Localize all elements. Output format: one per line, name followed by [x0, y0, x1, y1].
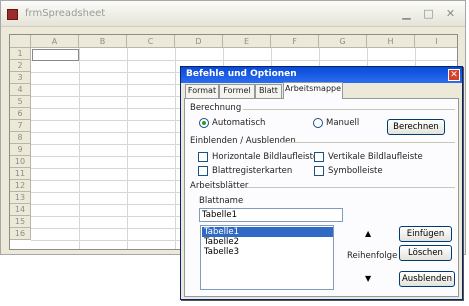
spreadsheet-titlebar[interactable]: frmSpreadsheet ▁ □ ✕	[1, 1, 465, 27]
group-divider	[247, 187, 455, 188]
row-header[interactable]: 13	[10, 192, 31, 204]
group-label-arbeitsblaetter: Arbeitsblätter	[190, 181, 249, 191]
row-header[interactable]: 15	[10, 216, 31, 228]
row-header[interactable]: 10	[10, 156, 31, 168]
blattname-label: Blattname	[199, 196, 244, 206]
row-header[interactable]: 3	[10, 72, 31, 84]
column-header[interactable]: G	[319, 35, 367, 48]
radio-label-automatisch[interactable]: Automatisch	[212, 118, 265, 128]
row-header[interactable]: 7	[10, 120, 31, 132]
list-item[interactable]: Tabelle2	[202, 237, 333, 247]
list-item[interactable]: Tabelle3	[202, 247, 333, 257]
group-divider	[281, 142, 455, 143]
row-header[interactable]: 9	[10, 144, 31, 156]
grid-line	[79, 48, 80, 249]
checkbox-vertikale-bildlaufleiste[interactable]	[314, 152, 324, 162]
column-header[interactable]: F	[271, 35, 319, 48]
close-icon[interactable]: ✕	[442, 5, 459, 22]
tab-panel-arbeitsmappe: Berechnung Automatisch Manuell Berechnen…	[184, 98, 459, 297]
reihenfolge-label: Reihenfolge	[347, 251, 398, 261]
berechnen-button[interactable]: Berechnen	[387, 119, 445, 135]
list-item[interactable]: Tabelle1	[202, 227, 333, 237]
blattname-input[interactable]: Tabelle1	[199, 208, 343, 222]
column-header[interactable]: C	[127, 35, 175, 48]
grid-line	[127, 48, 128, 249]
einfuegen-button[interactable]: Einfügen	[399, 226, 452, 242]
checkbox-horizontale-bildlaufleiste[interactable]	[198, 152, 208, 162]
row-header[interactable]: 5	[10, 96, 31, 108]
selected-cell-a1[interactable]	[32, 49, 79, 61]
close-icon[interactable]: ✕	[448, 69, 460, 81]
row-header[interactable]: 14	[10, 204, 31, 216]
dialog-titlebar[interactable]: Befehle und Optionen ✕	[181, 67, 462, 83]
checkbox-blattregisterkarten[interactable]	[198, 166, 208, 176]
checkbox-label[interactable]: Blattregisterkarten	[212, 166, 292, 176]
row-header[interactable]: 2	[10, 60, 31, 72]
access-form-icon	[7, 9, 18, 20]
corner-cell[interactable]	[10, 35, 31, 48]
tab-formel[interactable]: Formel	[219, 84, 255, 98]
radio-label-manuell[interactable]: Manuell	[326, 118, 359, 128]
group-label-einblenden: Einblenden / Ausblenden	[190, 136, 296, 146]
maximize-icon[interactable]: □	[420, 5, 437, 22]
row-header[interactable]: 11	[10, 168, 31, 180]
tab-format[interactable]: Format	[185, 84, 219, 98]
radio-automatisch[interactable]	[199, 118, 209, 128]
move-up-icon[interactable]: ▲	[365, 229, 371, 238]
sheet-listbox[interactable]: Tabelle1 Tabelle2 Tabelle3	[200, 225, 334, 290]
loeschen-button[interactable]: Löschen	[399, 245, 452, 261]
dialog-title: Befehle und Optionen	[186, 69, 297, 79]
row-header[interactable]: 6	[10, 108, 31, 120]
options-dialog: Befehle und Optionen ✕ Format Formel Bla…	[180, 66, 463, 300]
column-header[interactable]: B	[79, 35, 127, 48]
minimize-icon[interactable]: ▁	[398, 5, 415, 22]
row-header[interactable]: 12	[10, 180, 31, 192]
column-header[interactable]: E	[223, 35, 271, 48]
ausblenden-button[interactable]: Ausblenden	[399, 271, 455, 287]
row-header[interactable]: 16	[10, 228, 31, 240]
group-label-berechnung: Berechnung	[190, 103, 242, 113]
column-header[interactable]: I	[415, 35, 457, 48]
row-header[interactable]: 4	[10, 84, 31, 96]
tab-arbeitsmappe[interactable]: Arbeitsmappe	[283, 82, 343, 99]
checkbox-label[interactable]: Symbolleiste	[328, 166, 383, 176]
checkbox-label[interactable]: Horizontale Bildlaufleiste	[212, 152, 318, 162]
group-divider	[243, 109, 455, 110]
column-header[interactable]: D	[175, 35, 223, 48]
row-header[interactable]: 1	[10, 48, 31, 60]
checkbox-label[interactable]: Vertikale Bildlaufleiste	[328, 152, 423, 162]
tab-blatt[interactable]: Blatt	[255, 84, 282, 98]
move-down-icon[interactable]: ▼	[365, 274, 371, 283]
grid-line	[175, 48, 176, 249]
spreadsheet-title: frmSpreadsheet	[25, 8, 106, 19]
column-header[interactable]: H	[367, 35, 415, 48]
grid-line	[31, 60, 457, 61]
column-header[interactable]: A	[31, 35, 79, 48]
checkbox-symbolleiste[interactable]	[314, 166, 324, 176]
radio-manuell[interactable]	[313, 118, 323, 128]
row-header[interactable]: 8	[10, 132, 31, 144]
